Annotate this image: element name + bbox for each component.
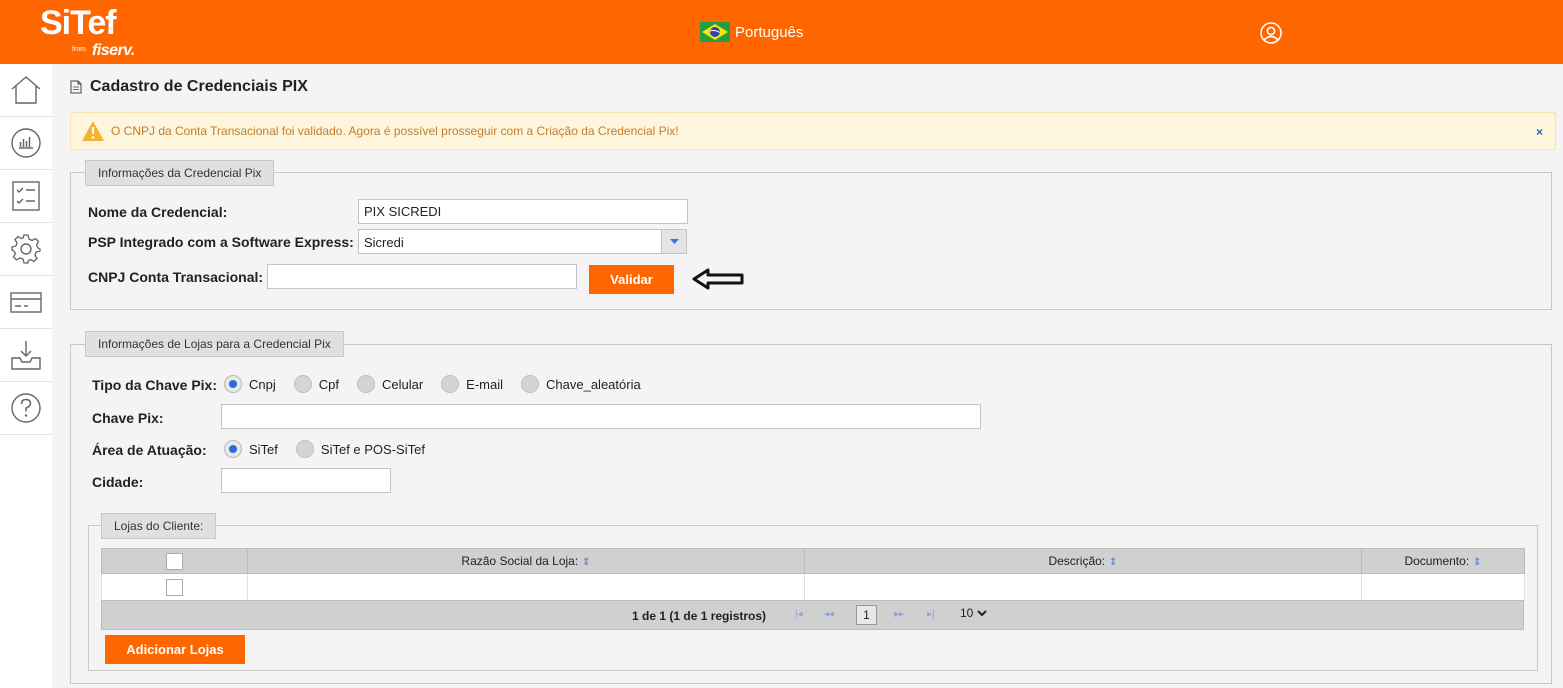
key-type-random[interactable]: Chave_aleatória	[521, 375, 641, 393]
sort-icon: ⇕	[1109, 557, 1118, 568]
pix-key-input[interactable]	[221, 404, 981, 429]
logo-brand: fiserv.	[92, 42, 135, 59]
chevron-down-icon	[977, 609, 988, 616]
psp-selected-value: Sicredi	[364, 235, 404, 250]
sidebar-item-cards[interactable]	[0, 276, 52, 329]
stores-legend: Informações de Lojas para a Credencial P…	[85, 331, 344, 357]
row-select-cell	[101, 573, 248, 601]
column-header-descricao[interactable]: Descrição: ⇕	[804, 548, 1362, 574]
page-size-select[interactable]: 10	[960, 606, 988, 620]
key-type-email[interactable]: E-mail	[441, 375, 503, 393]
credential-legend: Informações da Credencial Pix	[85, 160, 275, 186]
page-title: Cadastro de Credenciais PIX	[70, 78, 308, 96]
psp-label: PSP Integrado com a Software Express:	[88, 234, 354, 250]
sidebar-item-help[interactable]	[0, 382, 52, 435]
first-page-icon[interactable]: |◂	[795, 609, 803, 620]
inbox-download-icon	[11, 341, 41, 370]
pix-key-label: Chave Pix:	[92, 410, 164, 426]
help-icon	[11, 393, 41, 423]
pager-summary: 1 de 1 (1 de 1 registros)	[632, 609, 767, 623]
table-header-row: Razão Social da Loja: ⇕ Descrição: ⇕ Docum…	[101, 548, 1525, 574]
language-label: Português	[735, 23, 804, 41]
area-sitef[interactable]: SiTef	[224, 440, 278, 458]
cnpj-label: CNPJ Conta Transacional:	[88, 269, 264, 285]
sort-icon: ⇕	[582, 557, 591, 568]
credential-name-label: Nome da Credencial:	[88, 204, 228, 220]
sidebar-item-tasks[interactable]	[0, 170, 52, 223]
key-type-radio-group: Cnpj Cpf Celular E-mail Chave_aleatória	[224, 375, 659, 393]
area-radio-group: SiTef SiTef e POS-SiTef	[224, 440, 443, 458]
top-bar: SiTef from fiserv. Português	[0, 0, 1563, 64]
logo-from: from	[72, 46, 86, 53]
client-stores-legend: Lojas do Cliente:	[101, 513, 217, 539]
table-pager: 1 de 1 (1 de 1 registros) |◂ ◂◂ 1 ▸▸ ▸| …	[101, 600, 1524, 630]
table-row	[101, 573, 1525, 601]
arrow-left-icon	[692, 268, 744, 290]
main-content: Cadastro de Credenciais PIX O CNPJ da Co…	[52, 64, 1563, 688]
user-circle-icon[interactable]	[1259, 21, 1283, 45]
prev-page-icon[interactable]: ◂◂	[824, 609, 834, 620]
chart-icon	[11, 128, 41, 158]
area-sitef-pos[interactable]: SiTef e POS-SiTef	[295, 440, 425, 458]
validation-alert: O CNPJ da Conta Transacional foi validad…	[70, 112, 1556, 150]
next-page-icon[interactable]: ▸▸	[894, 609, 904, 620]
chevron-down-icon[interactable]	[661, 230, 686, 253]
cnpj-input[interactable]	[267, 264, 577, 289]
warning-icon	[82, 121, 104, 141]
alert-message: O CNPJ da Conta Transacional foi validad…	[111, 124, 679, 138]
credit-card-icon	[10, 292, 42, 313]
column-header-razao-social[interactable]: Razão Social da Loja: ⇕	[247, 548, 805, 574]
city-input[interactable]	[221, 468, 391, 493]
table-cell	[804, 573, 1362, 601]
current-page-button[interactable]: 1	[856, 605, 877, 625]
language-selector[interactable]: Português	[700, 21, 803, 43]
key-type-cnpj[interactable]: Cnpj	[224, 375, 276, 393]
document-icon	[70, 80, 82, 94]
last-page-icon[interactable]: ▸|	[927, 609, 935, 620]
select-all-checkbox[interactable]	[166, 552, 183, 570]
psp-select[interactable]: Sicredi	[358, 229, 687, 254]
sidebar-item-settings[interactable]	[0, 223, 52, 276]
area-label: Área de Atuação:	[92, 442, 207, 458]
add-stores-button[interactable]: Adicionar Lojas	[105, 635, 245, 664]
logo-text: SiTef	[40, 4, 117, 42]
sidebar-item-download[interactable]	[0, 329, 52, 382]
credential-name-input[interactable]	[358, 199, 688, 224]
sidebar-item-reports[interactable]	[0, 117, 52, 170]
row-checkbox[interactable]	[166, 578, 183, 596]
sidebar	[0, 64, 52, 688]
column-header-documento[interactable]: Documento: ⇕	[1361, 548, 1525, 574]
key-type-celular[interactable]: Celular	[356, 375, 423, 393]
alert-close-icon[interactable]: ×	[1536, 125, 1543, 139]
key-type-label: Tipo da Chave Pix:	[92, 377, 217, 393]
client-stores-table: Razão Social da Loja: ⇕ Descrição: ⇕ Docum…	[101, 548, 1525, 601]
sitef-logo[interactable]: SiTef from fiserv.	[40, 4, 135, 59]
sidebar-item-home[interactable]	[0, 64, 52, 117]
select-all-cell	[101, 548, 248, 574]
checklist-icon	[12, 181, 40, 211]
city-label: Cidade:	[92, 474, 144, 490]
page-title-text: Cadastro de Credenciais PIX	[90, 78, 308, 95]
validate-button[interactable]: Validar	[589, 265, 674, 294]
table-cell	[247, 573, 805, 601]
table-cell	[1361, 573, 1525, 601]
gear-icon	[11, 234, 41, 264]
home-icon	[11, 76, 41, 104]
brazil-flag-icon	[700, 22, 730, 42]
sort-icon: ⇕	[1473, 557, 1482, 568]
key-type-cpf[interactable]: Cpf	[293, 375, 339, 393]
